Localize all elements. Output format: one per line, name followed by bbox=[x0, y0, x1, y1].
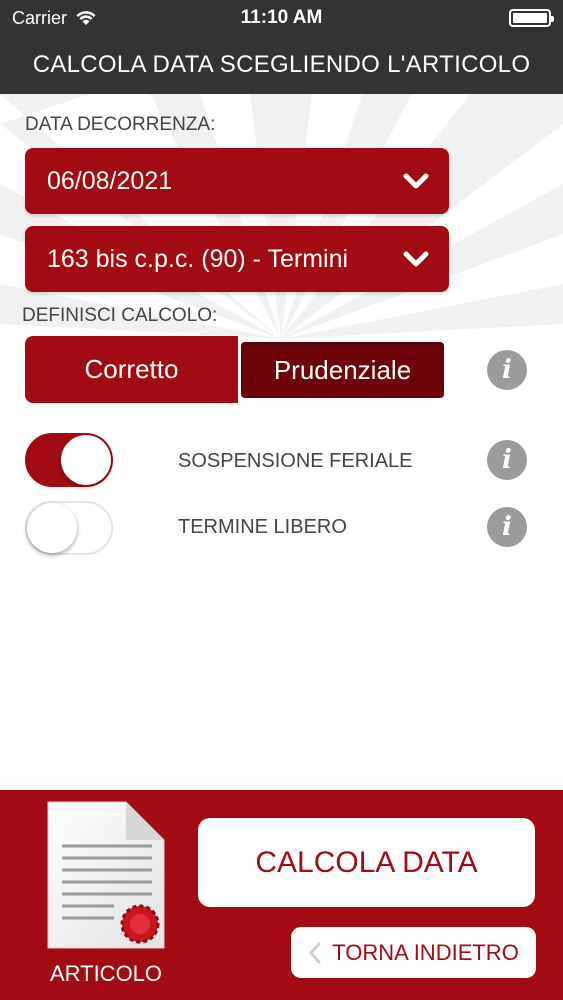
segment-prudenziale[interactable]: Prudenziale bbox=[241, 342, 444, 398]
info-glyph: i bbox=[502, 512, 512, 542]
calc-label: DEFINISCI CALCOLO: bbox=[22, 305, 218, 326]
date-dropdown[interactable]: 06/08/2021 bbox=[25, 148, 449, 214]
date-value: 06/08/2021 bbox=[47, 166, 173, 195]
segment-prudenziale-label: Prudenziale bbox=[273, 354, 412, 385]
articolo-label: ARTICOLO bbox=[49, 961, 163, 986]
chevron-left-icon bbox=[309, 942, 321, 963]
toggle-knob bbox=[61, 435, 111, 485]
info-termine-icon[interactable]: i bbox=[487, 507, 527, 547]
toggle-sospensione-feriale[interactable] bbox=[25, 433, 113, 487]
segment-corretto-label: Corretto bbox=[84, 354, 179, 384]
info-glyph: i bbox=[502, 355, 512, 385]
torna-indietro-label: TORNA INDIETRO bbox=[332, 939, 519, 965]
segment-corretto[interactable]: Corretto bbox=[25, 336, 238, 403]
page-title-text: CALCOLA DATA SCEGLIENDO L'ARTICOLO bbox=[32, 51, 531, 78]
date-label: DATA DECORRENZA: bbox=[25, 114, 216, 135]
calcola-data-button[interactable]: CALCOLA DATA bbox=[198, 818, 535, 907]
carrier-label: Carrier bbox=[12, 7, 68, 28]
status-bar: Carrier 11:10 AM bbox=[0, 0, 563, 36]
toggle-termine-libero[interactable] bbox=[25, 501, 113, 555]
wifi-icon bbox=[76, 11, 96, 25]
page-title: CALCOLA DATA SCEGLIENDO L'ARTICOLO bbox=[0, 36, 563, 94]
article-dropdown[interactable]: 163 bis c.p.c. (90) - Termini bbox=[25, 226, 449, 292]
info-sospensione-icon[interactable]: i bbox=[487, 440, 527, 480]
toggle-knob bbox=[27, 503, 77, 553]
info-glyph: i bbox=[502, 445, 512, 475]
toggle-termine-label: TERMINE LIBERO bbox=[178, 516, 347, 538]
battery-icon bbox=[509, 9, 554, 27]
calcola-data-label: CALCOLA DATA bbox=[255, 845, 478, 879]
toggle-sospensione-label: SOSPENSIONE FERIALE bbox=[178, 450, 413, 472]
status-left: Carrier bbox=[12, 8, 97, 29]
info-calc-icon[interactable]: i bbox=[487, 350, 527, 390]
document-seal-icon[interactable] bbox=[42, 796, 170, 956]
torna-indietro-button[interactable]: TORNA INDIETRO bbox=[291, 927, 536, 978]
article-value: 163 bis c.p.c. (90) - Termini bbox=[47, 244, 349, 273]
chevron-down-icon bbox=[403, 251, 429, 267]
chevron-down-icon bbox=[403, 173, 429, 189]
